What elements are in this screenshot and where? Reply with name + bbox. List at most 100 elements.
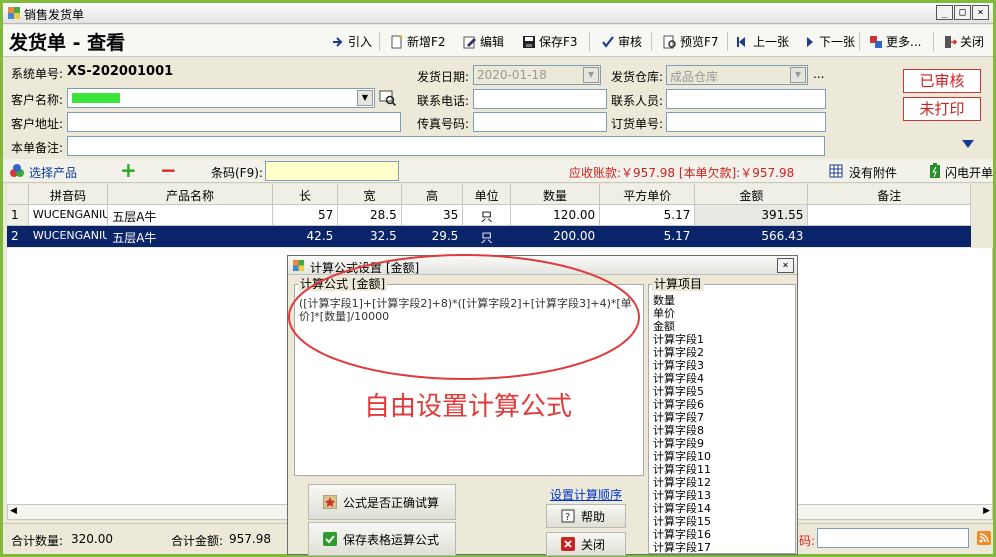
maximize-button[interactable]: □ (954, 5, 971, 20)
scroll-right-icon[interactable]: ▶ (983, 506, 990, 516)
cell-length[interactable]: 42.5 (272, 226, 339, 247)
scroll-left-icon[interactable]: ◀ (10, 506, 17, 516)
calc-item[interactable]: 计算字段10 (653, 450, 711, 463)
cell-remark[interactable] (808, 226, 971, 247)
cell-amount[interactable]: 566.43 (695, 226, 809, 247)
rss-icon[interactable] (977, 531, 991, 545)
calc-item[interactable]: 单价 (653, 307, 711, 320)
warehouse-dropdown-icon[interactable]: ▼ (790, 67, 806, 83)
address-input[interactable] (67, 112, 401, 132)
remark-input[interactable] (67, 136, 825, 156)
cell-name[interactable]: 五层A牛 (108, 205, 273, 226)
status-input[interactable] (817, 528, 969, 548)
next-button[interactable]: 下一张 (802, 33, 855, 50)
preview-button[interactable]: 预览F7 (663, 33, 719, 50)
fax-input[interactable] (473, 112, 607, 132)
calc-items-list[interactable]: 数量 单价 金额 计算字段1 计算字段2 计算字段3 计算字段4 计算字段5 计算字段6 计算字段… (648, 284, 796, 554)
calc-item[interactable]: 金额 (653, 320, 711, 333)
audit-button[interactable]: 审核 (601, 33, 642, 50)
calc-item[interactable]: 计算字段5 (653, 385, 711, 398)
expand-down-icon[interactable] (961, 139, 975, 149)
dialog-title-bar: 计算公式设置 [金额] × (288, 256, 797, 275)
flash-order-button[interactable]: 闪电开单 (945, 164, 993, 181)
no-attachment-label[interactable]: 没有附件 (849, 164, 897, 181)
warehouse-more-button[interactable]: ... (813, 67, 824, 81)
product-bar: 选择产品 + − 条码(F9): 应收账款:￥957.98 [本单欠款]:￥95… (3, 158, 993, 183)
test-formula-button[interactable]: 公式是否正确试算 (308, 484, 456, 520)
import-button[interactable]: 引入 (331, 33, 372, 50)
calc-item[interactable]: 计算字段17 (653, 541, 711, 553)
calc-item[interactable]: 计算字段11 (653, 463, 711, 476)
customer-lookup-icon[interactable] (379, 90, 397, 106)
order-no-value: XS-202001001 (67, 64, 174, 79)
cell-pinyin[interactable]: WUCENGANIU (28, 205, 109, 226)
edit-button[interactable]: 编辑 (463, 33, 504, 50)
calc-item[interactable]: 计算字段13 (653, 489, 711, 502)
customer-select[interactable]: ▼ (67, 88, 375, 108)
cell-amount[interactable]: 391.55 (695, 205, 809, 226)
calc-item[interactable]: 计算字段4 (653, 372, 711, 385)
calc-item[interactable]: 计算字段16 (653, 528, 711, 541)
select-product-link[interactable]: 选择产品 (29, 164, 77, 181)
cell-height[interactable]: 29.5 (401, 226, 464, 247)
chevron-down-icon[interactable]: ▼ (357, 90, 373, 106)
formula-text[interactable]: ([计算字段1]+[计算字段2]+8)*([计算字段2]+[计算字段3]+4)*… (299, 297, 639, 323)
col-header-price: 平方单价 (600, 184, 696, 205)
calc-item[interactable]: 计算字段12 (653, 476, 711, 489)
calc-item[interactable]: 计算字段3 (653, 359, 711, 372)
cell-pinyin[interactable]: WUCENGANIU (28, 226, 109, 247)
save-icon (523, 35, 535, 48)
window-title: 销售发货单 (24, 8, 85, 22)
calc-item[interactable]: 计算字段14 (653, 502, 711, 515)
close-window-button[interactable]: × (972, 5, 989, 20)
save-check-icon (323, 532, 337, 546)
cell-height[interactable]: 35 (401, 205, 464, 226)
new-button[interactable]: 新增F2 (390, 33, 446, 50)
minimize-button[interactable]: _ (936, 5, 953, 20)
calc-item[interactable]: 计算字段15 (653, 515, 711, 528)
cell-price[interactable]: 5.17 (600, 226, 696, 247)
save-formula-button[interactable]: 保存表格运算公式 (308, 522, 456, 556)
title-bar: 销售发货单 _ □ × (3, 3, 993, 24)
calc-item[interactable]: 计算字段2 (653, 346, 711, 359)
fax-label: 传真号码: (417, 117, 470, 131)
phone-input[interactable] (473, 89, 607, 109)
more-button[interactable]: 更多... (869, 33, 921, 50)
calc-item[interactable]: 计算字段9 (653, 437, 711, 450)
save-button[interactable]: 保存F3 (522, 33, 578, 50)
prev-button[interactable]: 上一张 (736, 33, 789, 50)
barcode-input[interactable] (265, 161, 399, 181)
calc-item[interactable]: 数量 (653, 294, 711, 307)
cell-qty[interactable]: 120.00 (510, 205, 601, 226)
test-star-icon (323, 495, 337, 509)
calc-order-link[interactable]: 设置计算顺序 (550, 486, 622, 503)
add-row-button[interactable]: + (120, 158, 137, 182)
calc-item[interactable]: 计算字段1 (653, 333, 711, 346)
customer-label: 客户名称: (11, 93, 64, 107)
calc-item[interactable]: 计算字段6 (653, 398, 711, 411)
cell-width[interactable]: 32.5 (338, 226, 402, 247)
table-row[interactable]: 1 WUCENGANIU 五层A牛 57 28.5 35 只 120.00 5.… (7, 205, 971, 226)
close-button[interactable]: 关闭 (943, 33, 984, 50)
table-row-selected[interactable]: 2 WUCENGANIU 五层A牛 42.5 32.5 29.5 只 200.0… (7, 226, 971, 247)
dialog-close-button[interactable]: 关闭 (546, 532, 626, 556)
calc-item[interactable]: 计算字段7 (653, 411, 711, 424)
cell-unit[interactable]: 只 (463, 205, 511, 226)
dialog-close-icon[interactable]: × (777, 258, 794, 273)
date-dropdown-icon[interactable]: ▼ (583, 67, 599, 83)
calc-item[interactable]: 计算字段8 (653, 424, 711, 437)
cell-width[interactable]: 28.5 (338, 205, 402, 226)
cell-qty[interactable]: 200.00 (510, 226, 601, 247)
remove-row-button[interactable]: − (160, 158, 177, 182)
cell-price[interactable]: 5.17 (600, 205, 696, 226)
cell-unit[interactable]: 只 (463, 226, 511, 247)
cell-remark[interactable] (808, 205, 971, 226)
contact-input[interactable] (666, 89, 826, 109)
order-ref-input[interactable] (666, 112, 826, 132)
cell-name[interactable]: 五层A牛 (108, 226, 273, 247)
cell-length[interactable]: 57 (272, 205, 339, 226)
help-button[interactable]: ? 帮助 (546, 504, 626, 528)
formula-editor[interactable]: ([计算字段1]+[计算字段2]+8)*([计算字段2]+[计算字段3]+4)*… (294, 284, 644, 476)
ship-date-input[interactable]: 2020-01-18 ▼ (473, 65, 601, 85)
warehouse-select[interactable]: 成品仓库 ▼ (666, 65, 808, 85)
